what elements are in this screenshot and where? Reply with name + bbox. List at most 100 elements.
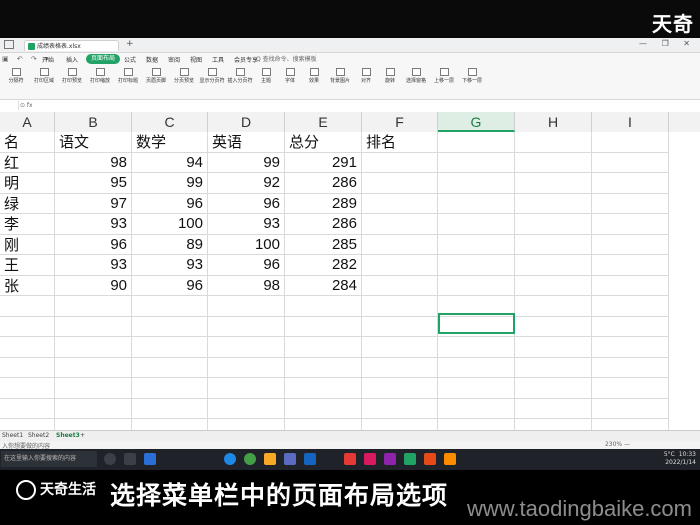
cell[interactable] <box>515 255 592 276</box>
cell[interactable] <box>285 296 362 317</box>
cell[interactable] <box>438 378 515 399</box>
ribbon-font[interactable]: 字体 <box>278 68 302 84</box>
ribbon-page-break-preview[interactable]: 分页预览 <box>170 68 198 84</box>
ribbon-print-scale[interactable]: 打印缩放 <box>86 68 114 84</box>
score-cell[interactable]: 96 <box>208 255 285 276</box>
cell[interactable] <box>592 316 669 337</box>
cell[interactable] <box>285 337 362 358</box>
ribbon-bring-forward[interactable]: 上移一层 <box>430 68 458 84</box>
score-cell[interactable]: 96 <box>132 275 208 296</box>
cell[interactable] <box>362 214 438 235</box>
cell[interactable] <box>362 296 438 317</box>
header-cell[interactable]: 数学 <box>132 132 208 153</box>
score-cell[interactable]: 89 <box>132 234 208 255</box>
cell[interactable] <box>362 378 438 399</box>
menu-data[interactable]: 数据 <box>146 55 158 64</box>
cell[interactable] <box>362 316 438 337</box>
cell[interactable] <box>515 275 592 296</box>
cell[interactable] <box>592 173 669 194</box>
active-cell-g[interactable] <box>438 313 515 334</box>
score-cell[interactable]: 291 <box>285 152 362 173</box>
cell[interactable] <box>438 132 515 153</box>
column-header-b[interactable]: B <box>55 112 132 132</box>
column-header-f[interactable]: F <box>362 112 438 132</box>
menu-review[interactable]: 审阅 <box>168 55 180 64</box>
header-cell[interactable]: 名 <box>0 132 55 153</box>
score-cell[interactable]: 99 <box>132 173 208 194</box>
cell[interactable] <box>55 378 132 399</box>
cell[interactable] <box>438 152 515 173</box>
cell[interactable] <box>132 398 208 419</box>
menu-member[interactable]: 会员专享 <box>234 55 258 64</box>
cell[interactable] <box>438 398 515 419</box>
cell[interactable] <box>592 357 669 378</box>
score-cell[interactable]: 94 <box>132 152 208 173</box>
score-cell[interactable]: 95 <box>55 173 132 194</box>
column-header-e[interactable]: E <box>285 112 362 132</box>
cell[interactable] <box>438 173 515 194</box>
cell[interactable] <box>0 378 55 399</box>
chrome-icon[interactable] <box>244 453 256 465</box>
cell[interactable] <box>592 296 669 317</box>
score-cell[interactable]: 93 <box>55 255 132 276</box>
cell[interactable] <box>438 193 515 214</box>
store-icon[interactable] <box>284 453 296 465</box>
menu-formula[interactable]: 公式 <box>124 55 136 64</box>
window-controls[interactable]: — ❐ ✕ <box>639 39 696 48</box>
cell[interactable] <box>362 398 438 419</box>
ribbon-insert-page-break[interactable]: 插入分页符 <box>226 68 254 84</box>
spreadsheet-grid[interactable]: 名语文 数学 英语 总分 排名红 98 94 99 291 明 95 99 92 286 绿 97 96 96 28… <box>0 132 700 430</box>
ribbon-send-backward[interactable]: 下移一层 <box>458 68 486 84</box>
sheet-tab-1[interactable]: Sheet1 <box>2 432 23 439</box>
cell[interactable] <box>0 398 55 419</box>
cell[interactable] <box>208 378 285 399</box>
cell[interactable] <box>362 152 438 173</box>
cell[interactable] <box>592 214 669 235</box>
cell[interactable] <box>0 316 55 337</box>
cell[interactable] <box>438 234 515 255</box>
ribbon-background-image[interactable]: 背景图片 <box>326 68 354 84</box>
cell[interactable] <box>515 234 592 255</box>
cell[interactable] <box>515 357 592 378</box>
cell[interactable] <box>55 398 132 419</box>
app-icon-1[interactable] <box>364 453 376 465</box>
ribbon-theme[interactable]: 主题 <box>254 68 278 84</box>
cell[interactable] <box>0 337 55 358</box>
wps-icon[interactable] <box>344 453 356 465</box>
score-cell[interactable]: 93 <box>55 214 132 235</box>
column-header-h[interactable]: H <box>515 112 592 132</box>
cell[interactable] <box>132 357 208 378</box>
sheet-tab-2[interactable]: Sheet2 <box>28 432 49 439</box>
cell[interactable] <box>362 275 438 296</box>
header-cell[interactable]: 语文 <box>55 132 132 153</box>
score-cell[interactable]: 286 <box>285 214 362 235</box>
score-cell[interactable]: 93 <box>208 214 285 235</box>
cell[interactable] <box>515 398 592 419</box>
cell[interactable] <box>515 214 592 235</box>
header-cell[interactable]: 英语 <box>208 132 285 153</box>
score-cell[interactable]: 93 <box>132 255 208 276</box>
cell[interactable] <box>132 296 208 317</box>
spreadsheet-app-icon[interactable] <box>404 453 416 465</box>
score-cell[interactable]: 282 <box>285 255 362 276</box>
cell[interactable] <box>438 275 515 296</box>
zoom-level[interactable]: 230% — <box>605 441 630 448</box>
ribbon-print-titles[interactable]: 打印标题 <box>114 68 142 84</box>
folder-icon[interactable] <box>264 453 276 465</box>
cell[interactable] <box>208 316 285 337</box>
cell[interactable] <box>55 316 132 337</box>
widgets-icon[interactable] <box>124 453 136 465</box>
system-tray[interactable]: 5°C 10:33 2022/1/14 <box>664 451 696 467</box>
menu-page-layout[interactable]: 页面布局 <box>86 54 121 64</box>
score-cell[interactable]: 99 <box>208 152 285 173</box>
cell[interactable] <box>438 357 515 378</box>
cell[interactable] <box>592 234 669 255</box>
score-cell[interactable]: 97 <box>55 193 132 214</box>
cell[interactable] <box>55 337 132 358</box>
app-icon-2[interactable] <box>384 453 396 465</box>
cell[interactable] <box>285 378 362 399</box>
cell[interactable] <box>55 357 132 378</box>
cell[interactable] <box>592 378 669 399</box>
cell[interactable] <box>592 337 669 358</box>
cell[interactable] <box>362 357 438 378</box>
